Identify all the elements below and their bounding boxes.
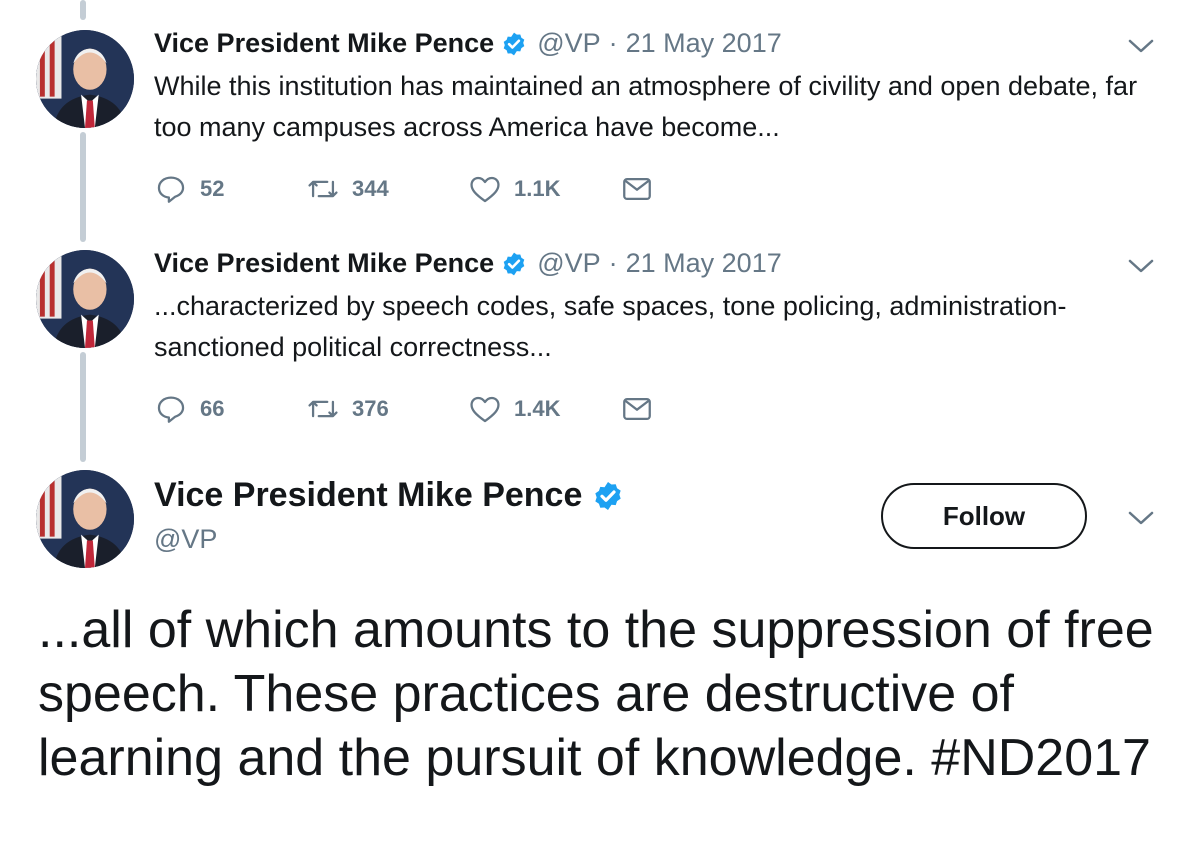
direct-message-button[interactable]: [620, 392, 654, 426]
retweet-button[interactable]: 344: [306, 172, 468, 206]
direct-message-icon: [623, 177, 651, 201]
direct-message-icon: [623, 397, 651, 421]
retweet-icon: [308, 180, 338, 198]
author-name[interactable]: Vice President Mike Pence: [154, 248, 494, 279]
tweet-text: While this institution has maintained an…: [154, 71, 1138, 142]
like-icon: [470, 176, 500, 203]
tweet-date[interactable]: 21 May 2017: [626, 248, 782, 279]
author-name[interactable]: Vice President Mike Pence: [154, 476, 582, 515]
thread-line: [80, 0, 86, 20]
reply-icon: [157, 396, 185, 423]
follow-button[interactable]: Follow: [881, 483, 1087, 549]
main-author: Vice President Mike Pence: [154, 476, 624, 515]
retweet-count: 344: [352, 176, 389, 201]
author-handle[interactable]: @VP: [537, 248, 600, 279]
retweet-icon: [308, 400, 338, 418]
avatar-image: [36, 470, 134, 568]
author-name[interactable]: Vice President Mike Pence: [154, 28, 494, 59]
reply-count: 66: [200, 396, 225, 421]
avatar[interactable]: [36, 30, 134, 128]
reply-button[interactable]: 66: [154, 392, 306, 426]
direct-message-button[interactable]: [620, 172, 654, 206]
thread-line: [80, 132, 86, 242]
like-icon: [470, 396, 500, 423]
like-count: 1.4K: [514, 396, 561, 421]
tweet-header: Vice President Mike Pence @VP · 21 May 2…: [154, 248, 782, 279]
chevron-down-icon[interactable]: [1126, 36, 1156, 56]
reply-button[interactable]: 52: [154, 172, 306, 206]
avatar[interactable]: [36, 250, 134, 348]
retweet-button[interactable]: 376: [306, 392, 468, 426]
author-handle[interactable]: @VP: [154, 524, 217, 555]
separator-dot: ·: [608, 248, 618, 278]
like-button[interactable]: 1.1K: [468, 172, 620, 206]
tweet-header: Vice President Mike Pence @VP · 21 May 2…: [154, 28, 782, 59]
avatar-image: [36, 30, 134, 128]
reply-icon: [157, 176, 185, 203]
thread-line: [80, 352, 86, 462]
tweet-date[interactable]: 21 May 2017: [626, 28, 782, 59]
retweet-count: 376: [352, 396, 389, 421]
chevron-down-icon[interactable]: [1126, 508, 1156, 528]
like-button[interactable]: 1.4K: [468, 392, 620, 426]
author-handle[interactable]: @VP: [537, 28, 600, 59]
tweet-actions: 66 376 1.4K: [154, 392, 654, 426]
verified-badge-icon: [503, 32, 525, 55]
avatar-image: [36, 250, 134, 348]
reply-count: 52: [200, 176, 225, 201]
tweet-text: ...characterized by speech codes, safe s…: [154, 291, 1067, 362]
chevron-down-icon[interactable]: [1126, 256, 1156, 276]
verified-badge-icon: [503, 252, 525, 275]
like-count: 1.1K: [514, 176, 561, 201]
separator-dot: ·: [608, 28, 618, 58]
avatar[interactable]: [36, 470, 134, 568]
main-tweet-text: ...all of which amounts to the suppressi…: [38, 601, 1154, 787]
tweet-actions: 52 344 1.1K: [154, 172, 654, 206]
verified-badge-icon: [595, 481, 622, 510]
